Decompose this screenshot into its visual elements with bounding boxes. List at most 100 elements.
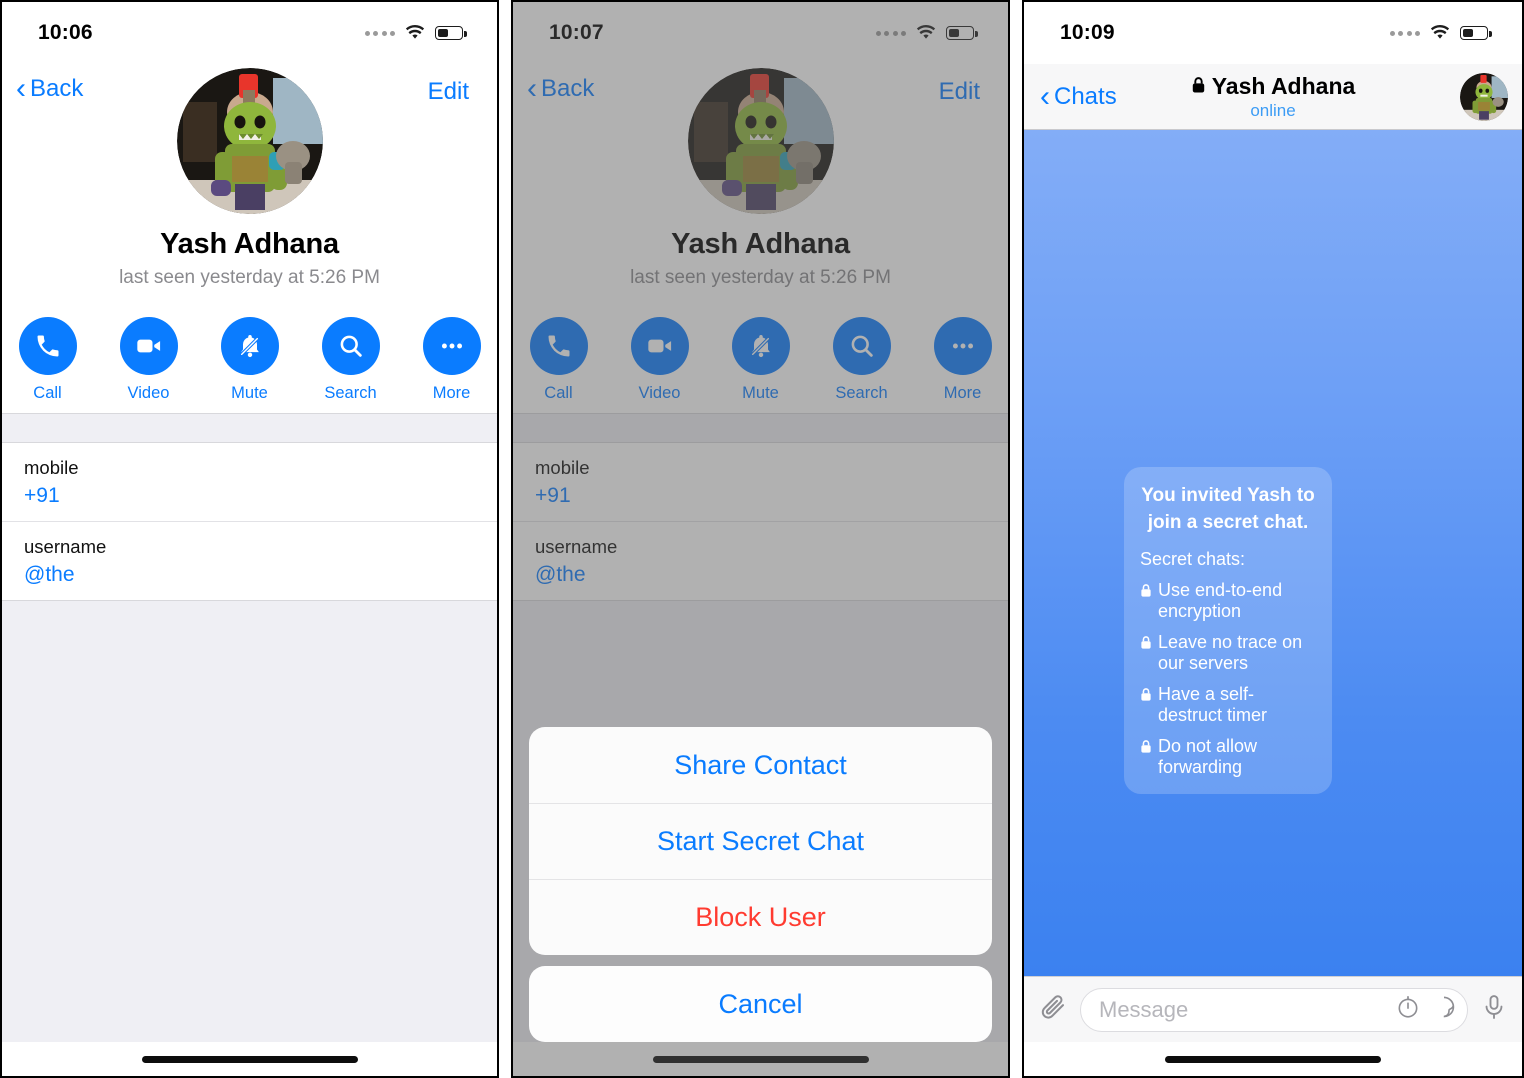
- home-indicator[interactable]: [513, 1042, 1008, 1076]
- chevron-left-icon: ‹: [527, 72, 537, 105]
- wifi-icon: [404, 25, 426, 41]
- profile-header: Yash Adhana last seen yesterday at 5:26 …: [513, 68, 1008, 295]
- action-label: Search: [324, 384, 377, 402]
- action-more[interactable]: More: [931, 317, 995, 403]
- bell-slash-icon: [731, 317, 790, 375]
- bubble-feature-item: Do not allow forwarding: [1140, 736, 1316, 778]
- info-value[interactable]: @the: [535, 563, 1008, 587]
- status-time: 10:07: [549, 21, 604, 44]
- status-time: 10:09: [1060, 21, 1115, 44]
- profile-status: last seen yesterday at 5:26 PM: [630, 267, 891, 288]
- chat-message-area: You invited Yash to join a secret chat. …: [1024, 130, 1522, 976]
- video-camera-icon: [119, 317, 178, 375]
- wifi-icon: [1429, 25, 1451, 41]
- info-label: mobile: [24, 457, 79, 478]
- wifi-icon: [915, 25, 937, 41]
- video-camera-icon: [630, 317, 689, 375]
- edit-button[interactable]: Edit: [428, 78, 469, 106]
- back-label: Back: [30, 75, 84, 102]
- secret-chat-info-bubble: You invited Yash to join a secret chat. …: [1124, 467, 1332, 794]
- action-call[interactable]: Call: [16, 317, 80, 403]
- action-sheet: Share Contact Start Secret Chat Block Us…: [513, 727, 1008, 1042]
- info-value[interactable]: +91: [535, 484, 1008, 508]
- contact-avatar[interactable]: [176, 68, 323, 214]
- sticker-icon[interactable]: [1431, 994, 1457, 1025]
- start-secret-chat-button[interactable]: Start Secret Chat: [529, 803, 992, 879]
- cancel-button[interactable]: Cancel: [529, 966, 992, 1042]
- phone-screen-secret-chat: 10:09 ‹ Chats Yash Adhana online You inv…: [1022, 0, 1524, 1078]
- chat-nav-bar: ‹ Chats Yash Adhana online: [1024, 64, 1522, 130]
- action-label: Call: [33, 384, 62, 402]
- info-row-mobile[interactable]: mobile +91: [2, 443, 497, 521]
- action-call[interactable]: Call: [527, 317, 591, 403]
- info-row-username[interactable]: username @the: [2, 521, 497, 600]
- bell-slash-icon: [220, 317, 279, 375]
- info-row-username[interactable]: username @the: [513, 521, 1008, 600]
- empty-area: [2, 600, 497, 1042]
- share-contact-button[interactable]: Share Contact: [529, 727, 992, 803]
- self-destruct-timer-icon[interactable]: [1395, 994, 1421, 1025]
- phone-screen-profile: 10:06 ‹ Back Edit Yash Adhana last seen …: [0, 0, 499, 1078]
- status-indicators: [875, 25, 978, 41]
- message-input-bar: Message: [1024, 976, 1522, 1042]
- action-video[interactable]: Video: [628, 317, 692, 403]
- block-user-button[interactable]: Block User: [529, 879, 992, 955]
- info-value[interactable]: +91: [24, 484, 497, 508]
- action-label: Video: [127, 384, 170, 402]
- battery-icon: [435, 26, 467, 40]
- contact-avatar[interactable]: [687, 68, 834, 214]
- action-video[interactable]: Video: [117, 317, 181, 403]
- edit-button[interactable]: Edit: [939, 78, 980, 106]
- profile-status: last seen yesterday at 5:26 PM: [119, 267, 380, 288]
- status-indicators: [364, 25, 467, 41]
- action-mute[interactable]: Mute: [218, 317, 282, 403]
- lock-icon: [1140, 686, 1152, 707]
- status-time: 10:06: [38, 21, 93, 44]
- lock-icon: [1140, 738, 1152, 759]
- contact-avatar[interactable]: [1460, 72, 1508, 121]
- bubble-feature-text: Use end-to-end encryption: [1158, 579, 1283, 621]
- back-label: Chats: [1054, 82, 1117, 110]
- info-row-mobile[interactable]: mobile +91: [513, 443, 1008, 521]
- lock-icon: [1140, 634, 1152, 655]
- signal-dots-icon: [875, 30, 906, 36]
- phone-screen-action-sheet: 10:07 ‹ Back Edit Yash Adhana last seen …: [511, 0, 1010, 1078]
- info-label: mobile: [535, 457, 590, 478]
- paperclip-icon[interactable]: [1038, 992, 1068, 1027]
- lock-icon: [1191, 73, 1206, 100]
- battery-icon: [1460, 26, 1492, 40]
- section-separator: [513, 413, 1008, 443]
- message-input-field[interactable]: Message: [1080, 987, 1468, 1032]
- action-label: Video: [638, 384, 681, 402]
- action-label: Mute: [742, 384, 779, 402]
- phone-icon: [529, 317, 588, 375]
- status-bar: 10:09: [1024, 2, 1522, 64]
- action-search[interactable]: Search: [830, 317, 894, 403]
- back-button[interactable]: ‹ Back: [527, 74, 594, 104]
- screen-body: ‹ Back Edit Yash Adhana last seen yester…: [2, 64, 497, 1076]
- home-indicator[interactable]: [1024, 1042, 1522, 1076]
- bubble-feature-text: Do not allow forwarding: [1158, 735, 1258, 777]
- action-search[interactable]: Search: [319, 317, 383, 403]
- home-indicator[interactable]: [2, 1042, 497, 1076]
- info-value[interactable]: @the: [24, 563, 497, 587]
- microphone-icon[interactable]: [1480, 993, 1508, 1026]
- profile-header: Yash Adhana last seen yesterday at 5:26 …: [2, 68, 497, 295]
- search-icon: [832, 317, 891, 375]
- action-label: More: [943, 384, 982, 402]
- bubble-feature-item: Use end-to-end encryption: [1140, 580, 1316, 622]
- chat-contact-name: Yash Adhana: [1211, 72, 1356, 99]
- quick-actions: Call Video Mute Search More: [513, 295, 1008, 413]
- chats-back-button[interactable]: ‹ Chats: [1040, 81, 1117, 112]
- lock-icon: [1140, 582, 1152, 603]
- battery-icon: [946, 26, 978, 40]
- bubble-lead: Secret chats:: [1140, 548, 1246, 569]
- bubble-feature-text: Have a self-destruct timer: [1158, 683, 1268, 725]
- status-bar: 10:06: [2, 2, 497, 64]
- action-more[interactable]: More: [420, 317, 484, 403]
- back-button[interactable]: ‹ Back: [16, 74, 83, 104]
- screen-body: ‹ Chats Yash Adhana online You invited Y…: [1024, 64, 1522, 1076]
- ellipsis-icon: [933, 317, 992, 375]
- action-label: Call: [544, 384, 573, 402]
- action-mute[interactable]: Mute: [729, 317, 793, 403]
